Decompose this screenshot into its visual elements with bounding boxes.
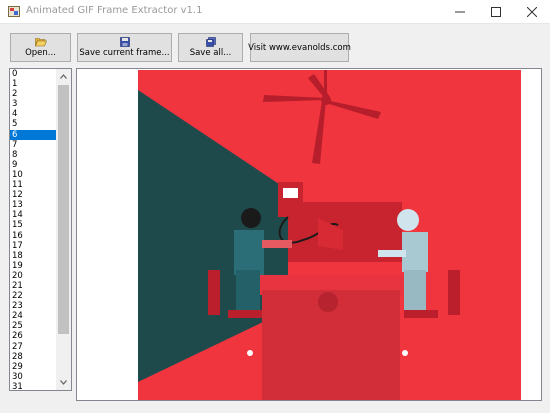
frame-list-item[interactable]: 13 — [10, 200, 56, 210]
frame-list-item[interactable]: 26 — [10, 331, 56, 341]
frame-list-item[interactable]: 5 — [10, 119, 56, 129]
status-bar — [0, 405, 550, 413]
frame-list-items: 0 1 2 3 4 5 6 7 8 9 10 11 12 13 14 15 16 17 18 19 20 21 22 23 24… — [10, 69, 56, 390]
close-button[interactable] — [514, 0, 550, 24]
chevron-up-icon — [60, 74, 67, 79]
title-bar[interactable]: Animated GIF Frame Extractor v1.1 — [0, 0, 550, 24]
frame-image — [138, 70, 521, 400]
frame-list-item[interactable]: 28 — [10, 352, 56, 362]
frame-list-item[interactable]: 8 — [10, 150, 56, 160]
frame-list[interactable]: 0 1 2 3 4 5 6 7 8 9 10 11 12 13 14 15 16 17 18 19 20 21 22 23 24… — [9, 68, 72, 391]
frame-list-item[interactable]: 14 — [10, 210, 56, 220]
frame-list-item[interactable]: 4 — [10, 109, 56, 119]
frame-list-scrollbar[interactable] — [56, 69, 71, 390]
open-button[interactable]: Open... — [10, 33, 71, 62]
frame-list-item[interactable]: 24 — [10, 311, 56, 321]
minimize-button[interactable] — [442, 0, 478, 24]
chair-wheel — [402, 350, 408, 356]
maximize-button[interactable] — [478, 0, 514, 24]
frame-list-item[interactable]: 21 — [10, 281, 56, 291]
maximize-icon — [491, 7, 501, 17]
frame-list-item[interactable]: 22 — [10, 291, 56, 301]
scroll-down-button[interactable] — [56, 375, 71, 390]
open-button-label: Open... — [25, 47, 56, 58]
frame-list-item[interactable]: 16 — [10, 231, 56, 241]
table-cup — [318, 292, 338, 312]
chevron-down-icon — [60, 380, 67, 385]
frame-list-item[interactable]: 2 — [10, 89, 56, 99]
frame-list-item[interactable]: 0 — [10, 69, 56, 79]
chair-wheel — [247, 350, 253, 356]
frame-list-item[interactable]: 19 — [10, 261, 56, 271]
scroll-up-button[interactable] — [56, 69, 71, 84]
frame-list-item[interactable]: 18 — [10, 251, 56, 261]
app-icon — [8, 6, 20, 17]
visit-website-label: Visit www.evanolds.com — [248, 42, 351, 53]
frame-preview — [76, 68, 542, 401]
folder-open-icon — [34, 37, 47, 46]
frame-list-item[interactable]: 29 — [10, 362, 56, 372]
frame-list-item[interactable]: 30 — [10, 372, 56, 382]
frame-list-item[interactable]: 3 — [10, 99, 56, 109]
frame-list-item[interactable]: 31 — [10, 382, 56, 390]
frame-list-item[interactable]: 12 — [10, 190, 56, 200]
frame-list-item[interactable]: 9 — [10, 160, 56, 170]
frame-list-item[interactable]: 10 — [10, 170, 56, 180]
save-current-frame-button[interactable]: Save current frame... — [77, 33, 172, 62]
window-title: Animated GIF Frame Extractor v1.1 — [26, 5, 203, 16]
frame-list-item[interactable]: 6 — [10, 129, 56, 140]
save-all-button[interactable]: Save all... — [178, 33, 243, 62]
frame-list-item[interactable]: 11 — [10, 180, 56, 190]
visit-website-button[interactable]: Visit www.evanolds.com — [248, 33, 351, 62]
floppy-disk-icon — [119, 36, 130, 47]
close-icon — [527, 7, 537, 17]
frame-list-item[interactable]: 17 — [10, 241, 56, 251]
minimize-icon — [455, 11, 465, 13]
save-current-frame-label: Save current frame... — [79, 47, 170, 58]
frame-list-item[interactable]: 7 — [10, 140, 56, 150]
scroll-thumb[interactable] — [58, 85, 69, 334]
frame-list-item[interactable]: 23 — [10, 301, 56, 311]
frame-list-item[interactable]: 25 — [10, 321, 56, 331]
frame-list-item[interactable]: 1 — [10, 79, 56, 89]
frame-list-item[interactable]: 27 — [10, 342, 56, 352]
frame-list-item[interactable]: 15 — [10, 220, 56, 230]
frame-list-item[interactable]: 20 — [10, 271, 56, 281]
save-all-label: Save all... — [189, 47, 232, 58]
save-all-icon — [205, 36, 216, 47]
